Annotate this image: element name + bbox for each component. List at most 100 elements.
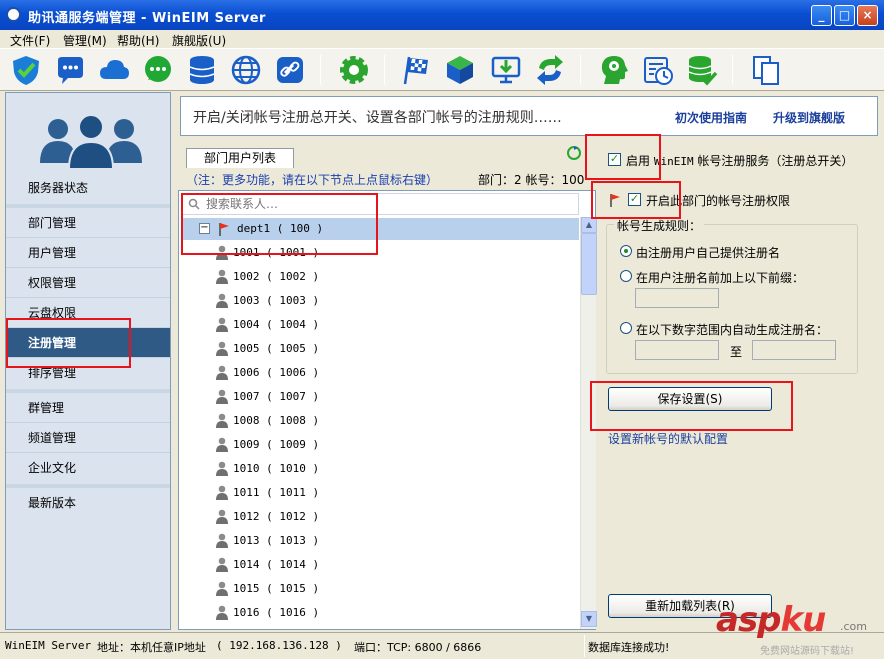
tree-user-label: 1010 ( 1010 ) [233,462,319,475]
menu-manage[interactable]: 管理(M) [63,32,107,49]
tree-user-row[interactable]: 1015 ( 1015 ) [179,577,577,601]
tab-department-users[interactable]: 部门用户列表 [186,148,294,168]
prefix-input[interactable] [635,288,719,308]
user-icon [215,509,229,524]
tree-user-row[interactable]: 1014 ( 1014 ) [179,553,577,577]
scroll-up-arrow[interactable]: ▲ [581,217,597,233]
scroll-thumb[interactable] [581,233,597,295]
highlight-box-tree-root [181,193,378,255]
rule-radio-range[interactable] [620,322,632,334]
tree-user-row[interactable]: 1008 ( 1008 ) [179,409,577,433]
gear-icon[interactable] [338,54,370,86]
globe-icon[interactable] [230,54,262,86]
user-icon [215,341,229,356]
tree-user-row[interactable]: 1013 ( 1013 ) [179,529,577,553]
tree-user-row[interactable]: 1004 ( 1004 ) [179,313,577,337]
rule-label-user-provided: 由注册用户自己提供注册名 [636,244,780,261]
watermark-domain: .com [840,620,867,633]
sidebar-item-latest-version[interactable]: 最新版本 [6,488,170,518]
sidebar-item-departments[interactable]: 部门管理 [6,208,170,238]
page-header: 开启/关闭帐号注册总开关、设置各部门帐号的注册规则…… 初次使用指南 升级到旗舰… [180,96,878,136]
tree-user-label: 1006 ( 1006 ) [233,366,319,379]
watermark-brand-b: ku [781,600,826,640]
sidebar-item-users[interactable]: 用户管理 [6,238,170,268]
rule-radio-prefix[interactable] [620,270,632,282]
guide-link[interactable]: 初次使用指南 [675,109,747,126]
sidebar-item-culture[interactable]: 企业文化 [6,453,170,483]
tree-user-label: 1016 ( 1016 ) [233,606,319,619]
tree-user-label: 1011 ( 1011 ) [233,486,319,499]
sync-arrows-icon[interactable] [534,54,566,86]
database-check-icon[interactable] [686,54,718,86]
tree-user-row[interactable]: 1010 ( 1010 ) [179,457,577,481]
menu-file[interactable]: 文件(F) [10,32,50,49]
minimize-button[interactable]: _ [811,5,832,26]
user-icon [215,365,229,380]
tree-user-row[interactable]: 1012 ( 1012 ) [179,505,577,529]
tree-user-label: 1005 ( 1005 ) [233,342,319,355]
tree-user-label: 1009 ( 1009 ) [233,438,319,451]
tree-user-label: 1012 ( 1012 ) [233,510,319,523]
user-icon [215,581,229,596]
user-icon [215,437,229,452]
tree-user-row[interactable]: 1011 ( 1011 ) [179,481,577,505]
rule-label-prefix: 在用户注册名前加上以下前缀： [636,269,804,286]
tree-user-row[interactable]: 1003 ( 1003 ) [179,289,577,313]
users-group-icon [36,111,146,171]
highlight-box-save [590,381,793,431]
chat-bubble-icon[interactable] [54,54,86,86]
user-icon [215,317,229,332]
highlight-box-sidebar [6,318,131,368]
tree-user-row[interactable]: 1007 ( 1007 ) [179,385,577,409]
download-monitor-icon[interactable] [490,54,522,86]
upgrade-link[interactable]: 升级到旗舰版 [773,109,845,126]
shield-check-icon[interactable] [10,54,42,86]
status-address-value: ( 192.168.136.128 ) [216,639,342,652]
tree-user-label: 1013 ( 1013 ) [233,534,319,547]
range-from-input[interactable] [635,340,719,360]
sidebar-item-groups[interactable]: 群管理 [6,393,170,423]
aspku-watermark: aspku .com 免费网站源码下载站! [712,600,884,659]
page-title: 开启/关闭帐号注册总开关、设置各部门帐号的注册规则…… [193,107,562,127]
tree-user-row[interactable]: 1002 ( 1002 ) [179,265,577,289]
cube-icon[interactable] [444,54,476,86]
tree-counts: 部门：2 帐号：100 [478,171,584,188]
rule-radio-user-provided[interactable] [620,245,632,257]
range-to-input[interactable] [752,340,836,360]
tree-user-row[interactable]: 1009 ( 1009 ) [179,433,577,457]
user-icon [215,461,229,476]
watermark-brand-a: asp [716,600,781,640]
user-icon [215,485,229,500]
checkered-flag-icon[interactable] [400,54,432,86]
chat-dots-icon[interactable] [142,54,174,86]
copy-pages-icon[interactable] [750,54,782,86]
tree-notice: （注：更多功能，请在以下节点上点鼠标右键） [186,171,438,188]
tree-user-label: 1003 ( 1003 ) [233,294,319,307]
sidebar-item-permissions[interactable]: 权限管理 [6,268,170,298]
calendar-clock-icon[interactable] [642,54,674,86]
scroll-down-arrow[interactable]: ▼ [581,611,597,627]
sidebar-item-channels[interactable]: 频道管理 [6,423,170,453]
tree-user-row[interactable]: 1005 ( 1005 ) [179,337,577,361]
default-config-link[interactable]: 设置新帐号的默认配置 [608,430,728,447]
maximize-button[interactable]: □ [834,5,855,26]
user-icon [215,293,229,308]
close-button[interactable]: × [857,5,878,26]
user-icon [215,557,229,572]
highlight-box-enable [585,134,661,180]
cloud-icon[interactable] [98,54,130,86]
tree-user-row[interactable]: 1006 ( 1006 ) [179,361,577,385]
refresh-icon[interactable] [566,145,582,161]
sidebar-item-server-status[interactable]: 服务器状态 [6,173,170,203]
menu-help[interactable]: 帮助(H) [117,32,159,49]
database-icon[interactable] [186,54,218,86]
tree-user-label: 1015 ( 1015 ) [233,582,319,595]
link-icon[interactable] [274,54,306,86]
tree-user-label: 1014 ( 1014 ) [233,558,319,571]
tree-user-row[interactable]: 1016 ( 1016 ) [179,601,577,625]
status-server-name: WinEIM Server [5,639,91,652]
head-gear-icon[interactable] [598,54,630,86]
menu-ultimate[interactable]: 旗舰版(U) [172,32,226,49]
user-icon [215,389,229,404]
app-icon [6,7,21,22]
